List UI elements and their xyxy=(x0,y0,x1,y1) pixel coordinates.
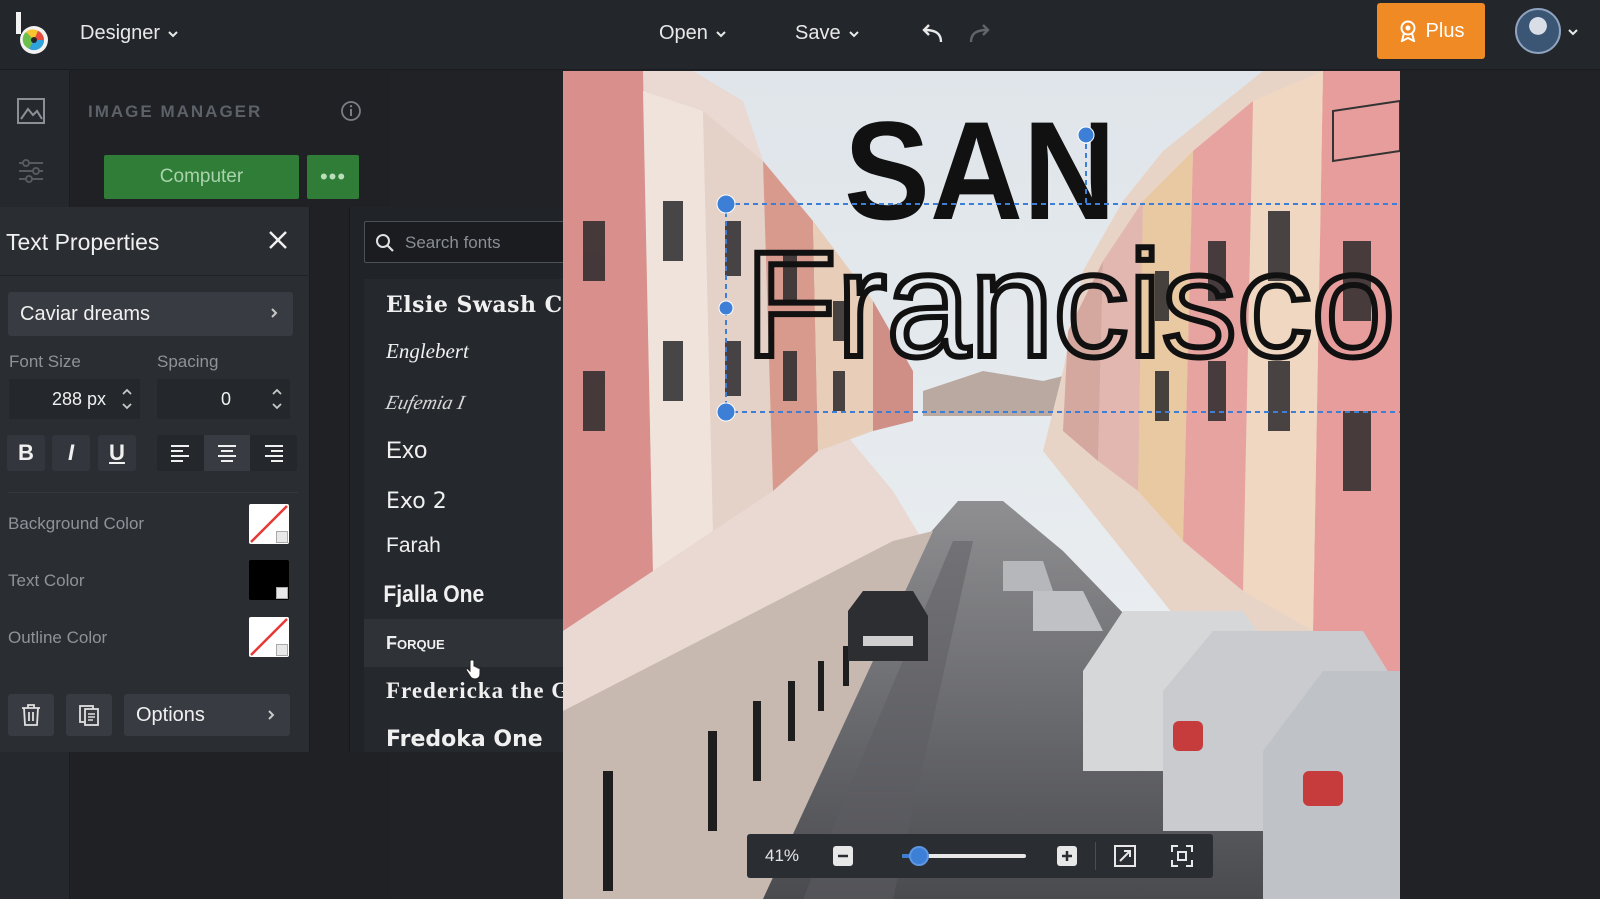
redo-icon[interactable] xyxy=(965,20,995,50)
save-menu[interactable]: Save xyxy=(795,22,861,45)
save-menu-label: Save xyxy=(795,22,841,44)
options-label: Options xyxy=(136,703,205,726)
chevron-down-icon xyxy=(276,644,288,656)
delete-button[interactable] xyxy=(8,694,54,736)
align-right-button[interactable] xyxy=(250,435,297,471)
divider xyxy=(0,275,310,276)
align-left-button[interactable] xyxy=(157,435,204,471)
fit-screen-icon[interactable] xyxy=(1170,844,1194,868)
more-sources-button[interactable]: ••• xyxy=(307,155,359,199)
font-family-value: Caviar dreams xyxy=(20,302,151,325)
street-photo: SAN Francisco xyxy=(563,71,1400,899)
text-align-group xyxy=(157,435,297,471)
fit-expand-icon[interactable] xyxy=(1113,844,1137,868)
align-right-icon xyxy=(264,445,283,462)
outline-color-swatch[interactable] xyxy=(249,617,289,657)
designer-menu[interactable]: Designer xyxy=(80,22,180,45)
font-size-input[interactable]: 288 px xyxy=(9,379,140,419)
chevron-down-icon xyxy=(716,30,726,37)
align-center-button[interactable] xyxy=(203,435,251,471)
chevron-down-icon xyxy=(848,30,859,37)
adjustments-icon[interactable] xyxy=(15,155,47,187)
image-manager-title: IMAGE MANAGER xyxy=(88,102,263,121)
upload-computer-button[interactable]: Computer xyxy=(104,155,299,199)
plus-upgrade-button[interactable]: Plus xyxy=(1377,3,1485,59)
image-manager-icon[interactable] xyxy=(15,95,47,127)
resize-handle-bottom-left[interactable] xyxy=(716,402,736,422)
zoom-level: 41% xyxy=(765,846,800,865)
background-color-label: Background Color xyxy=(8,514,145,533)
align-center-icon xyxy=(218,445,236,462)
badge-icon xyxy=(1400,20,1416,42)
hand-cursor-icon xyxy=(465,659,481,680)
text-properties-panel: Text Properties Caviar dreams Font Size … xyxy=(0,207,310,752)
zoom-slider[interactable] xyxy=(902,846,1026,866)
resize-handle-left[interactable] xyxy=(718,300,734,316)
zoom-out-icon[interactable] xyxy=(831,844,855,868)
open-menu[interactable]: Open xyxy=(659,22,728,45)
undo-icon[interactable] xyxy=(917,20,947,50)
spacing-label: Spacing xyxy=(157,352,219,371)
duplicate-icon xyxy=(79,705,99,726)
italic-button[interactable]: I xyxy=(52,435,90,471)
duplicate-button[interactable] xyxy=(66,694,112,736)
trash-icon xyxy=(22,704,40,726)
info-icon[interactable] xyxy=(340,100,362,122)
design-canvas[interactable]: SAN Francisco xyxy=(563,71,1400,899)
options-button[interactable]: Options xyxy=(124,694,290,736)
chevron-right-icon xyxy=(268,710,275,720)
align-left-icon xyxy=(171,445,190,462)
chevron-down-icon[interactable] xyxy=(1566,25,1580,39)
spacing-input[interactable]: 0 xyxy=(157,379,290,419)
chevron-down-icon xyxy=(276,531,288,543)
zoom-in-icon[interactable] xyxy=(1055,844,1079,868)
open-menu-label: Open xyxy=(659,22,708,44)
chevron-down-icon xyxy=(168,30,178,37)
divider xyxy=(1095,842,1096,870)
plus-label: Plus xyxy=(1425,19,1465,42)
zoom-slider-knob[interactable] xyxy=(909,846,930,866)
chevron-right-icon xyxy=(271,308,278,318)
font-size-label: Font Size xyxy=(9,352,81,371)
divider xyxy=(8,492,298,493)
search-icon xyxy=(376,234,394,252)
font-family-select[interactable]: Caviar dreams xyxy=(8,292,293,336)
underline-button[interactable]: U xyxy=(98,435,136,471)
background-color-swatch[interactable] xyxy=(249,504,289,544)
text-actions: Options xyxy=(8,694,290,736)
zoom-toolbar: 41% xyxy=(747,834,1213,878)
designer-menu-label: Designer xyxy=(80,22,161,44)
close-icon[interactable] xyxy=(265,227,291,253)
font-size-value: 288 px xyxy=(51,388,106,409)
chevron-down-icon xyxy=(276,587,288,599)
text-color-swatch[interactable] xyxy=(249,560,289,600)
outline-color-label: Outline Color xyxy=(8,628,108,647)
resize-handle-top-left[interactable] xyxy=(716,194,736,214)
spacing-stepper-icon[interactable] xyxy=(270,383,284,415)
font-size-stepper-icon[interactable] xyxy=(120,383,134,415)
rotate-handle[interactable] xyxy=(1077,126,1095,144)
top-bar: Designer Open Save Plus xyxy=(0,0,1600,70)
canvas-title-francisco[interactable]: Francisco xyxy=(742,217,1398,391)
text-properties-title: Text Properties xyxy=(6,229,160,255)
app-logo[interactable] xyxy=(14,10,50,56)
bold-button[interactable]: B xyxy=(7,435,45,471)
text-color-label: Text Color xyxy=(8,571,85,590)
spacing-value: 0 xyxy=(221,388,232,409)
user-avatar[interactable] xyxy=(1515,8,1561,54)
